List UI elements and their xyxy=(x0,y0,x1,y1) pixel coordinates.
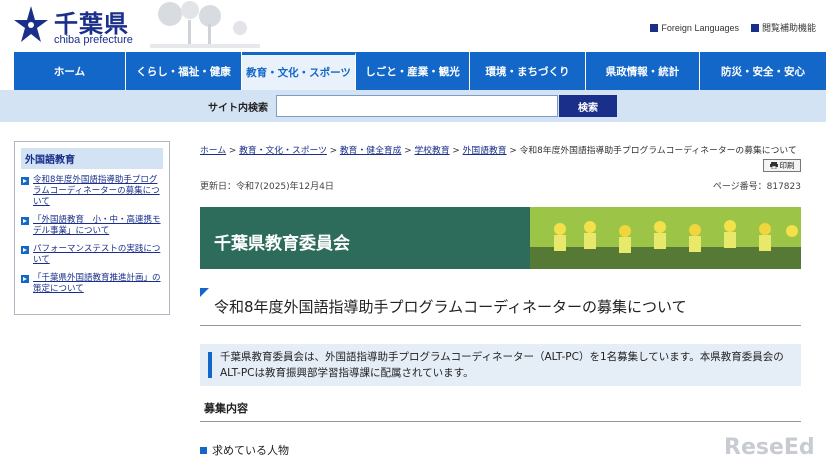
chiba-emblem-icon xyxy=(14,6,48,42)
updated-date: 更新日：令和7(2025)年12月4日 xyxy=(200,182,334,192)
printer-icon xyxy=(769,162,778,169)
utility-links: Foreign Languages 閲覧補助機能 xyxy=(650,21,816,34)
board-of-education-banner: 千葉県教育委員会 xyxy=(200,207,801,269)
lead-text: 千葉県教育委員会は、外国語指導助手プログラムコーディネーター（ALT-PC）を1… xyxy=(220,351,784,379)
svg-text:ReseEd: ReseEd xyxy=(724,435,815,460)
breadcrumb-link[interactable]: ホーム xyxy=(200,146,226,156)
lead-paragraph: 千葉県教育委員会は、外国語指導助手プログラムコーディネーター（ALT-PC）を1… xyxy=(200,344,801,386)
foreign-languages-link[interactable]: Foreign Languages xyxy=(650,21,739,34)
local-nav-sidebar: 外国語教育 令和8年度外国語指導助手プログラムコーディネーターの募集について 「… xyxy=(14,141,170,315)
arrow-bullet-icon xyxy=(21,217,29,225)
global-nav: ホーム くらし・福祉・健康 教育・文化・スポーツ しごと・産業・観光 環境・まち… xyxy=(14,52,826,90)
search-button[interactable]: 検索 xyxy=(559,95,617,117)
reseed-watermark-logo: ReseEd xyxy=(724,435,815,460)
sidebar-item[interactable]: 「千葉県外国語教育推進計画」の策定について xyxy=(21,273,163,295)
nav-living-welfare-health[interactable]: くらし・福祉・健康 xyxy=(126,52,242,90)
site-search-bar: サイト内検索 検索 xyxy=(0,90,826,122)
breadcrumb-current: 令和8年度外国語指導助手プログラムコーディネーターの募集について xyxy=(519,146,797,156)
nav-disaster-safety[interactable]: 防災・安全・安心 xyxy=(700,52,826,90)
nav-home[interactable]: ホーム xyxy=(14,52,126,90)
nav-education-culture-sports[interactable]: 教育・文化・スポーツ xyxy=(242,52,356,90)
square-bullet-icon xyxy=(650,23,659,32)
banner-title: 千葉県教育委員会 xyxy=(214,234,350,254)
nav-prefecture-info-stats[interactable]: 県政情報・統計 xyxy=(586,52,700,90)
page-title: 令和8年度外国語指導助手プログラムコーディネーターの募集について xyxy=(200,288,801,326)
square-bullet-icon xyxy=(200,446,207,454)
site-logo[interactable]: 千葉県 chiba prefecture xyxy=(14,4,134,48)
sidebar-title[interactable]: 外国語教育 xyxy=(21,148,163,169)
breadcrumb-link[interactable]: 教育・文化・スポーツ xyxy=(239,146,327,156)
breadcrumb: ホーム > 教育・文化・スポーツ > 教育・健全育成 > 学校教育 > 外国語教… xyxy=(200,146,797,156)
header-decoration-illustration xyxy=(150,1,260,48)
subsection-heading: 求めている人物 xyxy=(200,442,289,458)
arrow-bullet-icon xyxy=(21,275,29,283)
corner-accent-icon xyxy=(200,288,209,297)
search-input[interactable] xyxy=(276,95,558,117)
nav-environment-town[interactable]: 環境・まちづくり xyxy=(470,52,586,90)
nav-work-industry-tourism[interactable]: しごと・産業・観光 xyxy=(356,52,470,90)
breadcrumb-link[interactable]: 学校教育 xyxy=(414,146,449,156)
square-bullet-icon xyxy=(750,23,759,32)
arrow-bullet-icon xyxy=(21,246,29,254)
section-heading: 募集内容 xyxy=(200,400,801,422)
page-number: ページ番号：817823 xyxy=(712,182,801,192)
search-label: サイト内検索 xyxy=(208,103,268,114)
breadcrumb-link[interactable]: 教育・健全育成 xyxy=(340,146,402,156)
sidebar-item[interactable]: 「外国語教育 小・中・高連携モデル事業」について xyxy=(21,215,163,237)
print-button[interactable]: 印刷 xyxy=(763,159,801,172)
logo-subtitle: chiba prefecture xyxy=(54,34,133,46)
arrow-bullet-icon xyxy=(21,177,29,185)
sidebar-item[interactable]: パフォーマンステストの実践について xyxy=(21,244,163,266)
breadcrumb-link[interactable]: 外国語教育 xyxy=(463,146,507,156)
banner-photo xyxy=(530,207,801,269)
sidebar-item[interactable]: 令和8年度外国語指導助手プログラムコーディネーターの募集について xyxy=(21,175,163,208)
site-header: 千葉県 chiba prefecture Foreign Languages 閲… xyxy=(0,0,826,52)
accessibility-link[interactable]: 閲覧補助機能 xyxy=(750,21,816,34)
